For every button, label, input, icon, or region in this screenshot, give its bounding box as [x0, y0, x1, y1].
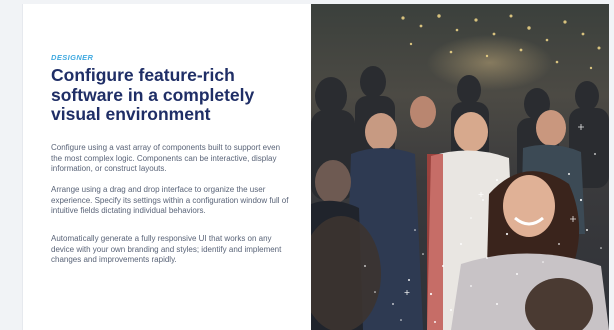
- designer-text-panel: DESIGNER Configure feature-rich software…: [22, 4, 311, 330]
- paragraph-generate: Automatically generate a fully responsiv…: [51, 234, 282, 265]
- event-crowd-photo: [311, 4, 609, 330]
- paragraph-configure: Configure using a vast array of componen…: [51, 143, 281, 174]
- page: DESIGNER Configure feature-rich software…: [0, 0, 614, 330]
- section-headline: Configure feature-rich software in a com…: [51, 65, 255, 124]
- section-eyebrow: DESIGNER: [51, 53, 94, 62]
- paragraph-arrange: Arrange using a drag and drop interface …: [51, 185, 289, 216]
